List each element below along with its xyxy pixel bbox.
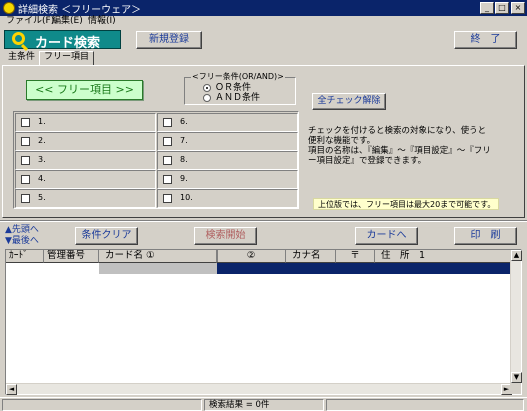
column-header-kana-name[interactable]: カナ名 <box>286 250 336 263</box>
start-search-button[interactable]: 検索開始 <box>194 227 257 245</box>
status-cell-left <box>2 399 202 411</box>
checkbox-icon <box>21 137 30 146</box>
menu-file[interactable]: ファイル(F) <box>6 16 54 27</box>
checkbox-icon <box>21 194 30 203</box>
vertical-scrollbar[interactable]: ▲ ▼ <box>510 250 522 383</box>
free-item-6[interactable]: 6. <box>157 113 298 132</box>
table-header: ｶｰﾄﾞ 管理番号 カード名 ① ② カナ名 〒 住 所 1 <box>6 250 515 263</box>
checkbox-icon <box>163 156 172 165</box>
free-item-title-button[interactable]: << フリー項目 >> <box>26 80 143 100</box>
print-button[interactable]: 印 刷 <box>454 227 517 245</box>
search-result-count: 検索結果 = 0件 <box>204 399 324 411</box>
tab-free-item[interactable]: フリー項目 <box>39 51 95 66</box>
scroll-left-icon[interactable]: ◄ <box>6 384 17 395</box>
window-title: 詳細検索 ＜フリーウェア＞ <box>18 5 142 16</box>
scroll-corner <box>510 383 521 394</box>
free-item-5[interactable]: 5. <box>15 189 156 208</box>
exit-button[interactable]: 終 了 <box>454 31 517 49</box>
clear-all-checks-button[interactable]: 全チェック解除 <box>312 93 386 110</box>
or-condition-radio[interactable]: ＯＲ条件 <box>203 83 293 93</box>
radio-selected-icon <box>203 84 211 92</box>
new-registration-button[interactable]: 新規登録 <box>136 31 202 49</box>
menu-bar: ファイル(F) 編集(E) 情報(I) <box>0 16 527 28</box>
free-condition-legend: <フリー条件(OR/AND)> <box>191 72 285 82</box>
checkbox-icon <box>163 194 172 203</box>
checkbox-icon <box>163 118 172 127</box>
and-condition-radio[interactable]: ＡＮＤ条件 <box>203 93 293 103</box>
free-item-grid: 1. 2. 3. 4. 5. 6. 7. 8. 9. 10. <box>13 111 299 209</box>
clear-conditions-button[interactable]: 条件クリア <box>75 227 138 245</box>
close-button[interactable]: × <box>511 2 525 14</box>
checkbox-icon <box>21 156 30 165</box>
card-search-logo: カード検索 <box>4 30 121 51</box>
checkbox-icon <box>21 175 30 184</box>
selected-row-gray-cell <box>99 263 217 274</box>
status-bar: 検索結果 = 0件 <box>0 397 527 411</box>
free-condition-group: <フリー条件(OR/AND)> ＯＲ条件 ＡＮＤ条件 <box>184 72 296 105</box>
logo-text: カード検索 <box>35 36 101 51</box>
free-item-description: チェックを付けると検索の対象になり、使うと 便利な機能です。 項目の名称は、『編… <box>308 126 523 166</box>
menu-edit[interactable]: 編集(E) <box>52 16 83 27</box>
description-line: 便利な機能です。 <box>308 136 376 146</box>
checkbox-icon <box>163 175 172 184</box>
results-table[interactable]: ｶｰﾄﾞ 管理番号 カード名 ① ② カナ名 〒 住 所 1 ▲ ▼ ◄ ► <box>5 249 522 395</box>
description-line: 項目の名称は、『編集』～『項目設定』～『フリ <box>308 146 491 156</box>
menu-info[interactable]: 情報(I) <box>88 16 116 27</box>
free-item-7[interactable]: 7. <box>157 132 298 151</box>
free-item-9[interactable]: 9. <box>157 170 298 189</box>
app-icon <box>3 2 15 14</box>
and-condition-label: ＡＮＤ条件 <box>215 93 261 103</box>
free-item-1[interactable]: 1. <box>15 113 156 132</box>
column-header-card[interactable]: ｶｰﾄﾞ <box>6 250 44 263</box>
description-line: チェックを付けると検索の対象になり、使うと <box>308 126 487 136</box>
go-to-card-button[interactable]: カードへ <box>355 227 418 245</box>
column-header-card-name-2[interactable]: ② <box>217 250 286 263</box>
free-item-2[interactable]: 2. <box>15 132 156 151</box>
checkbox-icon <box>163 137 172 146</box>
selected-row-blank <box>6 263 99 274</box>
scroll-up-icon[interactable]: ▲ <box>511 250 522 261</box>
search-icon <box>12 32 25 45</box>
divider <box>0 220 527 222</box>
or-condition-label: ＯＲ条件 <box>215 83 252 93</box>
column-header-card-name-1[interactable]: カード名 ① <box>99 250 217 263</box>
scroll-down-icon[interactable]: ▼ <box>511 372 522 383</box>
title-bar: 詳細検索 ＜フリーウェア＞ _ □ × <box>0 0 527 16</box>
status-cell-right <box>326 399 524 411</box>
description-line: ー項目設定』で登録できます。 <box>308 156 427 166</box>
free-item-3[interactable]: 3. <box>15 151 156 170</box>
free-item-4[interactable]: 4. <box>15 170 156 189</box>
maximize-button[interactable]: □ <box>495 2 509 14</box>
horizontal-scrollbar[interactable]: ◄ ► <box>6 383 512 395</box>
table-row-selected[interactable] <box>6 263 512 274</box>
upgrade-note: 上位版では、フリー項目は最大20まで可能です。 <box>313 198 499 210</box>
column-header-address-1[interactable]: 住 所 1 <box>375 250 514 263</box>
column-header-control-number[interactable]: 管理番号 <box>44 250 99 263</box>
minimize-button[interactable]: _ <box>480 2 494 14</box>
free-item-8[interactable]: 8. <box>157 151 298 170</box>
radio-unselected-icon <box>203 94 211 102</box>
checkbox-icon <box>21 118 30 127</box>
tab-main-condition[interactable]: 主条件 <box>4 52 40 65</box>
free-item-10[interactable]: 10. <box>157 189 298 208</box>
go-last-link[interactable]: ▼最後へ <box>5 235 39 247</box>
column-header-postal[interactable]: 〒 <box>336 250 375 263</box>
